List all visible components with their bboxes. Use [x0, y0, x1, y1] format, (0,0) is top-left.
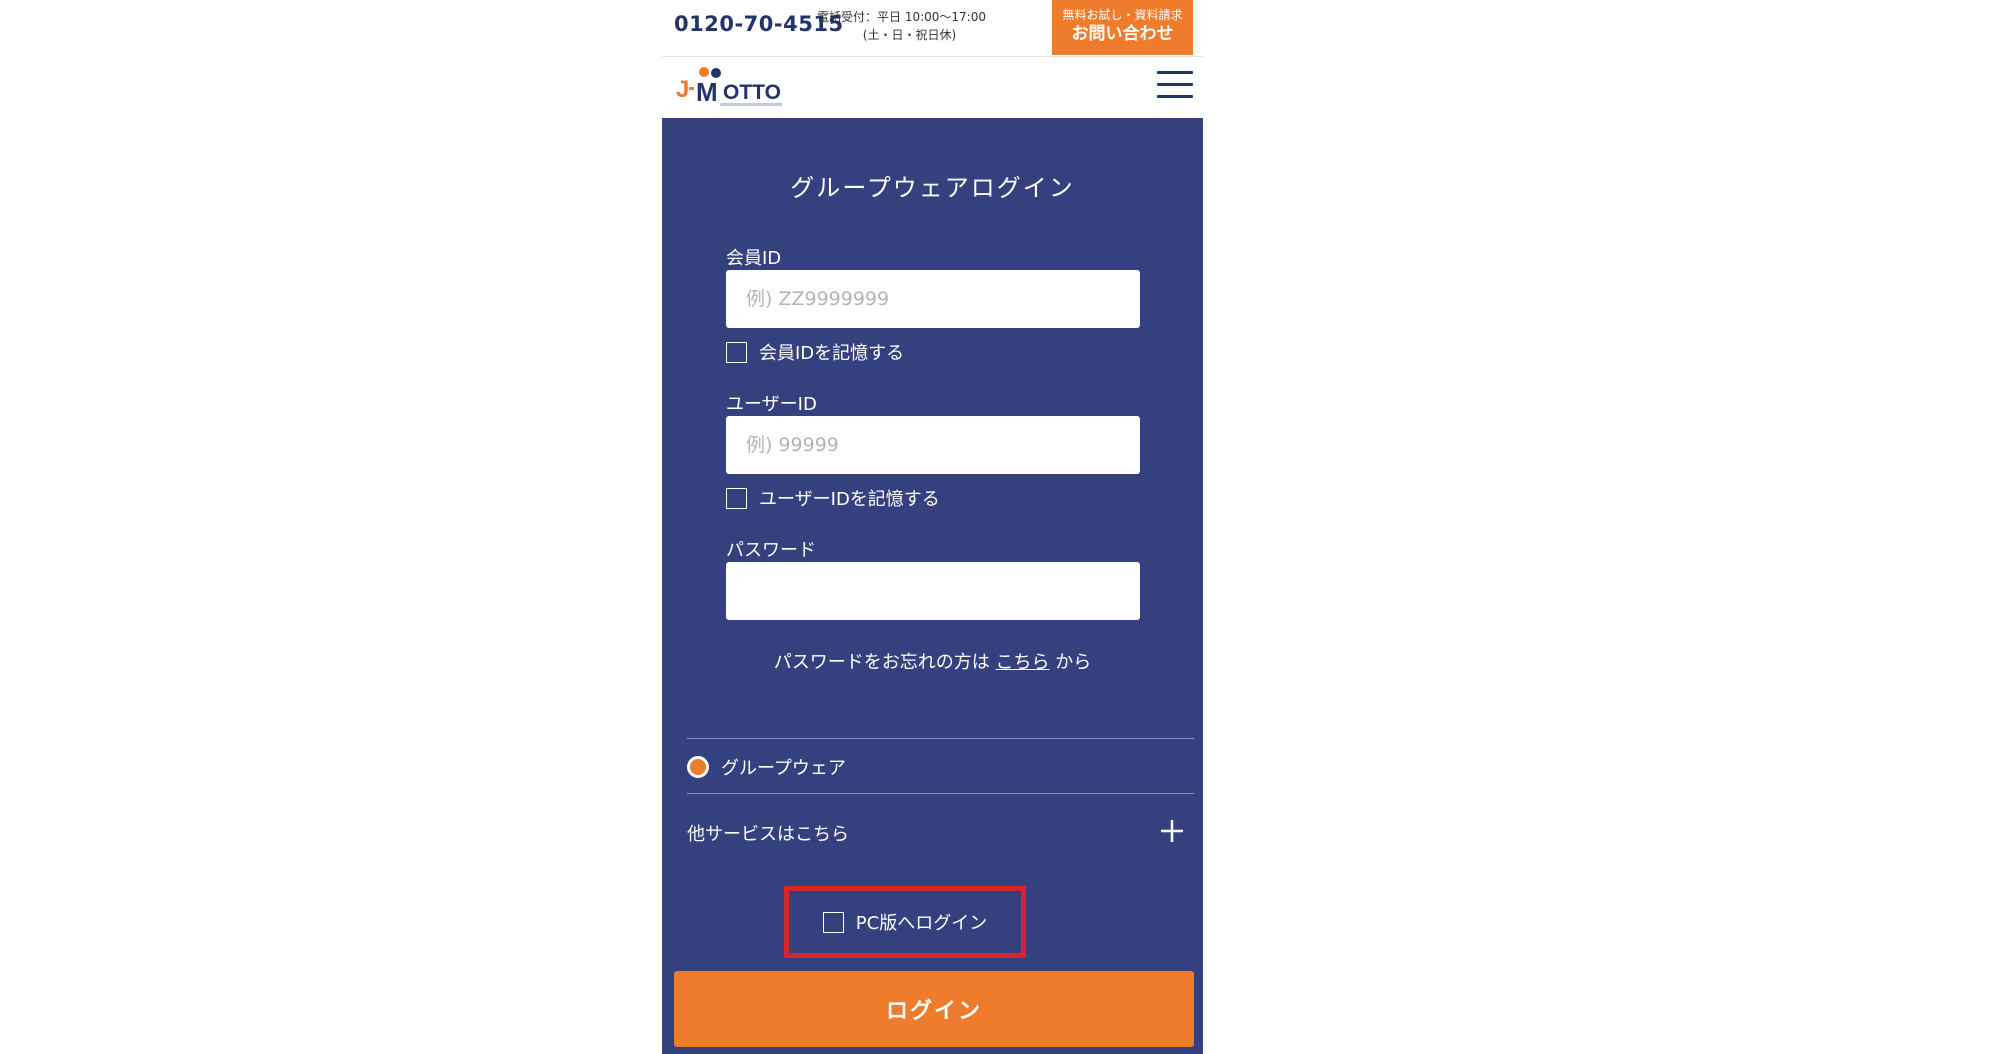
contact-button-label: お問い合わせ [1071, 24, 1174, 44]
svg-text:OTTO: OTTO [723, 81, 781, 104]
other-services-label: 他サービスはこちら [687, 824, 849, 845]
login-panel: グループウェアログイン 会員ID 会員IDを記憶する ユーザーID ユーザーID… [662, 118, 1203, 1054]
forgot-password-text: パスワードをお忘れの方は こちら から [662, 648, 1203, 674]
service-radio-groupware[interactable]: グループウェア [687, 754, 846, 780]
svg-text:M: M [696, 77, 718, 107]
navbar: J M OTTO [662, 57, 1203, 117]
checkbox-box[interactable] [726, 341, 747, 363]
user-id-input[interactable] [726, 416, 1140, 474]
user-id-label: ユーザーID [726, 394, 817, 415]
divider [687, 738, 1194, 739]
service-radio-label: グループウェア [721, 758, 846, 779]
password-label: パスワード [726, 540, 816, 561]
forgot-password-suffix: から [1055, 652, 1092, 673]
contact-button[interactable]: 無料お試し・資料請求 お問い合わせ [1052, 0, 1193, 55]
hamburger-menu-icon[interactable] [1157, 71, 1193, 101]
plus-icon[interactable] [1159, 818, 1185, 844]
remember-member-id-checkbox[interactable]: 会員IDを記憶する [726, 339, 904, 365]
checkbox-box[interactable] [822, 911, 844, 933]
divider [687, 793, 1194, 794]
remember-user-id-label: ユーザーIDを記憶する [759, 489, 940, 510]
checkbox-box[interactable] [726, 487, 747, 509]
member-id-label: 会員ID [726, 248, 782, 269]
page: 0120-70-4515 電話受付：平日 10:00〜17:00 (土・日・祝日… [0, 0, 2000, 1054]
other-services-toggle[interactable]: 他サービスはこちら [687, 820, 1187, 846]
remember-member-id-label: 会員IDを記憶する [759, 343, 905, 364]
radio-selected-icon[interactable] [687, 756, 709, 778]
member-id-input[interactable] [726, 270, 1140, 328]
phone-hours-closed: (土・日・祝日休) [862, 28, 957, 42]
top-contact-bar: 0120-70-4515 電話受付：平日 10:00〜17:00 (土・日・祝日… [662, 0, 1203, 57]
pc-login-label: PC版へログイン [855, 913, 988, 934]
remember-user-id-checkbox[interactable]: ユーザーIDを記憶する [726, 485, 940, 511]
mobile-frame: 0120-70-4515 電話受付：平日 10:00〜17:00 (土・日・祝日… [662, 0, 1203, 1054]
pc-login-checkbox[interactable]: PC版へログイン [784, 886, 1026, 958]
phone-hours-weekday: 電話受付：平日 10:00〜17:00 [817, 10, 986, 24]
forgot-password-prefix: パスワードをお忘れの方は [773, 652, 990, 673]
contact-button-subtitle: 無料お試し・資料請求 [1062, 8, 1183, 22]
hamburger-line [1157, 95, 1193, 98]
password-input[interactable] [726, 562, 1140, 620]
j-motto-logo[interactable]: J M OTTO [676, 63, 786, 111]
svg-text:J: J [676, 76, 689, 103]
hamburger-line [1157, 71, 1193, 74]
phone-hours: 電話受付：平日 10:00〜17:00 (土・日・祝日休) [817, 8, 986, 44]
hamburger-line [1157, 83, 1193, 86]
login-title: グループウェアログイン [790, 174, 1075, 202]
login-button[interactable]: ログイン [674, 971, 1194, 1047]
forgot-password-link[interactable]: こちら [996, 652, 1050, 673]
